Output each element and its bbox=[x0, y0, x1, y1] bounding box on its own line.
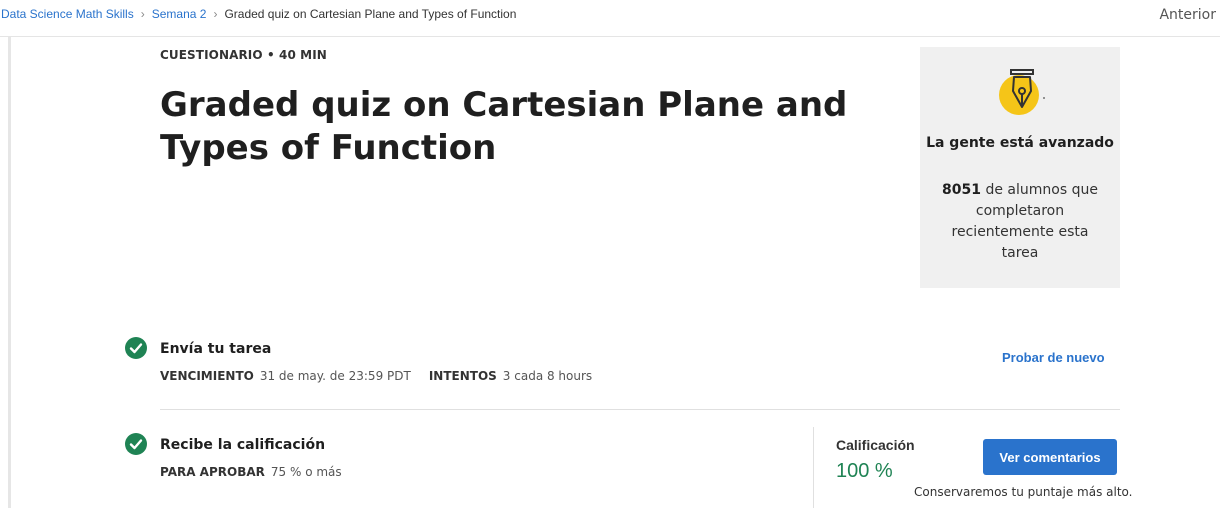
highest-score-note: Conservaremos tu puntaje más alto. bbox=[914, 485, 1133, 499]
due-value: 31 de may. de 23:59 PDT bbox=[259, 369, 411, 383]
quiz-meta: CUESTIONARIO • 40 MIN bbox=[160, 48, 327, 62]
submit-step-info: VENCIMIENTO 31 de may. de 23:59 PDT INTENT… bbox=[160, 369, 592, 383]
grade-step-info: PARA APROBAR 75 % o más bbox=[160, 465, 342, 479]
learners-count: 8051 bbox=[942, 182, 982, 198]
chevron-right-icon: › bbox=[140, 7, 145, 21]
pen-nib-icon bbox=[999, 69, 1045, 115]
grade-value: 100 % bbox=[836, 460, 893, 482]
breadcrumb: Data Science Math Skills › Semana 2 › Gr… bbox=[1, 7, 516, 21]
pass-label: PARA APROBAR bbox=[160, 465, 265, 479]
left-rule bbox=[8, 37, 11, 508]
vertical-divider bbox=[813, 427, 814, 508]
top-bar: Data Science Math Skills › Semana 2 › Gr… bbox=[0, 0, 1220, 37]
divider bbox=[160, 409, 1120, 410]
card-heading: La gente está avanzado bbox=[926, 135, 1114, 151]
retry-link[interactable]: Probar de nuevo bbox=[1002, 350, 1105, 365]
attempts-label: INTENTOS bbox=[428, 369, 497, 383]
check-circle-icon bbox=[125, 337, 147, 359]
chevron-right-icon: › bbox=[213, 7, 218, 21]
attempts-value: 3 cada 8 hours bbox=[502, 369, 593, 383]
breadcrumb-week-link[interactable]: Semana 2 bbox=[152, 7, 207, 21]
page-title: Graded quiz on Cartesian Plane and Types… bbox=[160, 85, 848, 168]
card-body: 8051 de alumnos que completaron reciente… bbox=[940, 180, 1100, 264]
grade-label: Calificación bbox=[836, 437, 915, 453]
pass-value: 75 % o más bbox=[270, 465, 342, 479]
previous-link[interactable]: Anterior bbox=[1159, 7, 1216, 23]
progress-card: La gente está avanzado 8051 de alumnos q… bbox=[920, 47, 1120, 288]
check-circle-icon bbox=[125, 433, 147, 455]
view-feedback-button[interactable]: Ver comentarios bbox=[983, 439, 1117, 475]
grade-step-title: Recibe la calificación bbox=[160, 437, 326, 453]
due-label: VENCIMIENTO bbox=[160, 369, 254, 383]
submit-step-title: Envía tu tarea bbox=[160, 341, 272, 357]
breadcrumb-current: Graded quiz on Cartesian Plane and Types… bbox=[224, 7, 517, 21]
breadcrumb-course-link[interactable]: Data Science Math Skills bbox=[1, 7, 134, 21]
